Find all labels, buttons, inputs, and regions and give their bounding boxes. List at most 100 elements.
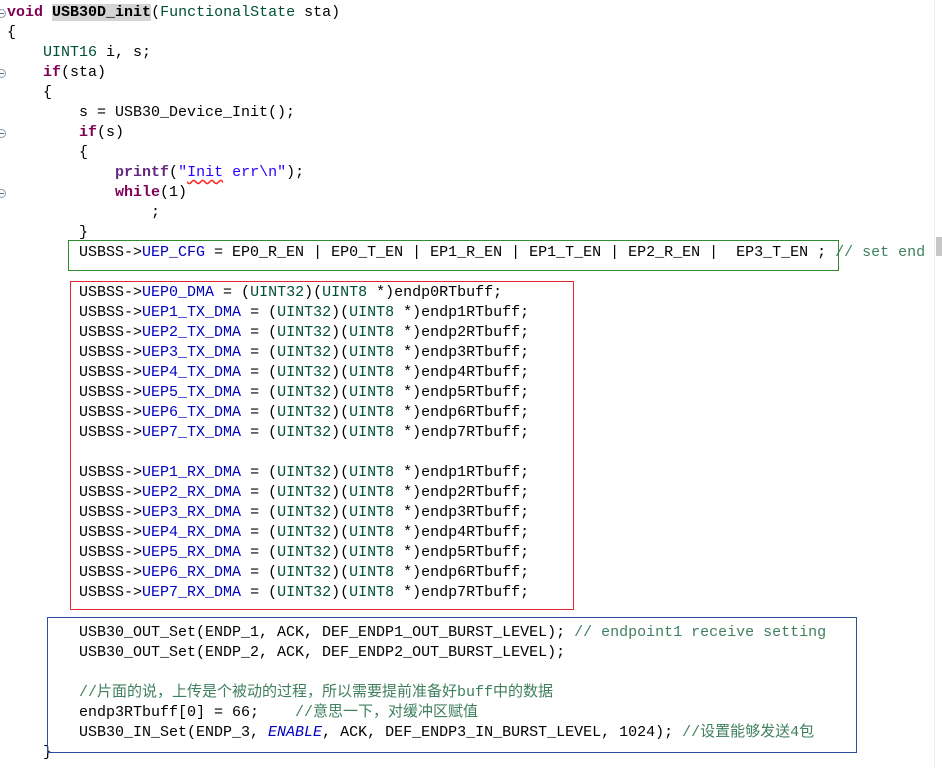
code-text[interactable]: (: [151, 4, 160, 21]
code-line[interactable]: USBSS->UEP4_TX_DMA = (UINT32)(UINT8 *)en…: [7, 363, 925, 383]
code-text[interactable]: USBSS->: [7, 584, 142, 601]
code-text[interactable]: )(: [331, 384, 349, 401]
field-token[interactable]: UEP6_TX_DMA: [142, 404, 241, 421]
code-text[interactable]: USBSS->: [7, 424, 142, 441]
code-line[interactable]: USBSS->UEP5_TX_DMA = (UINT32)(UINT8 *)en…: [7, 383, 925, 403]
field-token[interactable]: UEP5_RX_DMA: [142, 544, 241, 561]
field-token[interactable]: UEP2_TX_DMA: [142, 324, 241, 341]
code-text[interactable]: )(: [331, 584, 349, 601]
code-text[interactable]: = (: [241, 424, 277, 441]
type-name-token[interactable]: UINT8: [349, 524, 394, 541]
code-text[interactable]: );: [286, 164, 304, 181]
type-name-token[interactable]: UINT32: [250, 284, 304, 301]
code-text[interactable]: USBSS->: [7, 544, 142, 561]
field-token[interactable]: UEP7_TX_DMA: [142, 424, 241, 441]
code-text[interactable]: *)endp0RTbuff;: [367, 284, 502, 301]
type-name-token[interactable]: UINT8: [349, 404, 394, 421]
type-name-token[interactable]: UINT32: [277, 544, 331, 561]
code-text[interactable]: USBSS->: [7, 244, 142, 261]
code-line[interactable]: USBSS->UEP2_RX_DMA = (UINT32)(UINT8 *)en…: [7, 483, 925, 503]
fold-collapse-icon[interactable]: [0, 129, 6, 138]
code-text[interactable]: USBSS->: [7, 284, 142, 301]
type-name-token[interactable]: UINT8: [349, 504, 394, 521]
code-text[interactable]: [7, 184, 115, 201]
code-text[interactable]: (: [169, 164, 178, 181]
code-line[interactable]: if(s): [0, 123, 925, 143]
code-text[interactable]: USB30_OUT_Set(ENDP_1, ACK, DEF_ENDP1_OUT…: [7, 624, 574, 641]
code-line[interactable]: USBSS->UEP_CFG = EP0_R_EN | EP0_T_EN | E…: [7, 243, 925, 263]
type-name-token[interactable]: UINT8: [349, 424, 394, 441]
code-line[interactable]: USBSS->UEP3_TX_DMA = (UINT32)(UINT8 *)en…: [7, 343, 925, 363]
code-text[interactable]: USBSS->: [7, 384, 142, 401]
code-line[interactable]: USBSS->UEP3_RX_DMA = (UINT32)(UINT8 *)en…: [7, 503, 925, 523]
code-text[interactable]: }: [7, 224, 88, 241]
code-text[interactable]: )(: [331, 304, 349, 321]
code-line[interactable]: [7, 443, 925, 463]
code-editor[interactable]: void USB30D_init(FunctionalState sta){ U…: [0, 0, 934, 768]
code-text[interactable]: )(: [331, 484, 349, 501]
code-text[interactable]: = EP0_R_EN | EP0_T_EN | EP1_R_EN | EP1_T…: [205, 244, 835, 261]
code-text[interactable]: USBSS->: [7, 504, 142, 521]
code-text[interactable]: USBSS->: [7, 304, 142, 321]
type-name-token[interactable]: UINT8: [349, 484, 394, 501]
code-line[interactable]: if(sta): [0, 63, 925, 83]
type-name-token[interactable]: UINT32: [277, 464, 331, 481]
code-text[interactable]: )(: [331, 564, 349, 581]
code-line[interactable]: USBSS->UEP5_RX_DMA = (UINT32)(UINT8 *)en…: [7, 543, 925, 563]
code-text[interactable]: = (: [214, 284, 250, 301]
type-name-token[interactable]: UINT32: [277, 424, 331, 441]
code-line[interactable]: while(1): [0, 183, 925, 203]
type-name-token[interactable]: UINT8: [349, 384, 394, 401]
code-text[interactable]: *)endp4RTbuff;: [394, 524, 529, 541]
code-text[interactable]: endp3RTbuff[0] = 66;: [7, 704, 295, 721]
field-token[interactable]: UEP5_TX_DMA: [142, 384, 241, 401]
code-text[interactable]: *)endp5RTbuff;: [394, 384, 529, 401]
code-text[interactable]: )(: [331, 524, 349, 541]
code-text[interactable]: *)endp1RTbuff;: [394, 464, 529, 481]
code-line[interactable]: s = USB30_Device_Init();: [7, 103, 925, 123]
field-token[interactable]: UEP0_DMA: [142, 284, 214, 301]
code-text[interactable]: = (: [241, 384, 277, 401]
type-name-token[interactable]: UINT32: [277, 364, 331, 381]
code-text[interactable]: (sta): [61, 64, 106, 81]
type-name-token[interactable]: UINT8: [349, 364, 394, 381]
code-text[interactable]: )(: [331, 324, 349, 341]
string-literal-token[interactable]: Init: [187, 164, 223, 181]
code-text[interactable]: USBSS->: [7, 324, 142, 341]
code-line[interactable]: {: [7, 83, 925, 103]
code-text[interactable]: = (: [241, 544, 277, 561]
code-text[interactable]: )(: [331, 504, 349, 521]
code-line[interactable]: USBSS->UEP2_TX_DMA = (UINT32)(UINT8 *)en…: [7, 323, 925, 343]
type-name-token[interactable]: UINT8: [349, 584, 394, 601]
code-text[interactable]: *)endp7RTbuff;: [394, 424, 529, 441]
code-line[interactable]: USB30_OUT_Set(ENDP_1, ACK, DEF_ENDP1_OUT…: [7, 623, 925, 643]
code-line[interactable]: USBSS->UEP6_RX_DMA = (UINT32)(UINT8 *)en…: [7, 563, 925, 583]
field-token[interactable]: UEP1_RX_DMA: [142, 464, 241, 481]
keyword-token[interactable]: if: [79, 124, 97, 141]
code-text[interactable]: = (: [241, 564, 277, 581]
comment-token[interactable]: //意思一下，对缓冲区赋值: [295, 704, 478, 721]
field-token[interactable]: UEP_CFG: [142, 244, 205, 261]
vertical-scrollbar[interactable]: [934, 0, 942, 768]
code-text[interactable]: , ACK, DEF_ENDP3_IN_BURST_LEVEL, 1024);: [322, 724, 682, 741]
type-name-token[interactable]: UINT8: [349, 464, 394, 481]
code-line[interactable]: [7, 603, 925, 623]
code-text[interactable]: )(: [331, 404, 349, 421]
code-text[interactable]: = (: [241, 364, 277, 381]
code-text[interactable]: )(: [331, 344, 349, 361]
macro-token[interactable]: printf: [115, 164, 169, 181]
code-line[interactable]: UINT16 i, s;: [7, 43, 925, 63]
keyword-token[interactable]: while: [115, 184, 160, 201]
string-literal-token[interactable]: ": [178, 164, 187, 181]
type-name-token[interactable]: UINT32: [277, 404, 331, 421]
code-text[interactable]: USBSS->: [7, 524, 142, 541]
code-line[interactable]: {: [7, 143, 925, 163]
code-text[interactable]: [43, 4, 52, 21]
code-text[interactable]: *)endp2RTbuff;: [394, 484, 529, 501]
field-token[interactable]: UEP7_RX_DMA: [142, 584, 241, 601]
field-token[interactable]: UEP3_TX_DMA: [142, 344, 241, 361]
code-line[interactable]: USBSS->UEP7_RX_DMA = (UINT32)(UINT8 *)en…: [7, 583, 925, 603]
field-token[interactable]: UEP4_RX_DMA: [142, 524, 241, 541]
type-name-token[interactable]: UINT32: [277, 484, 331, 501]
code-text[interactable]: [7, 124, 79, 141]
